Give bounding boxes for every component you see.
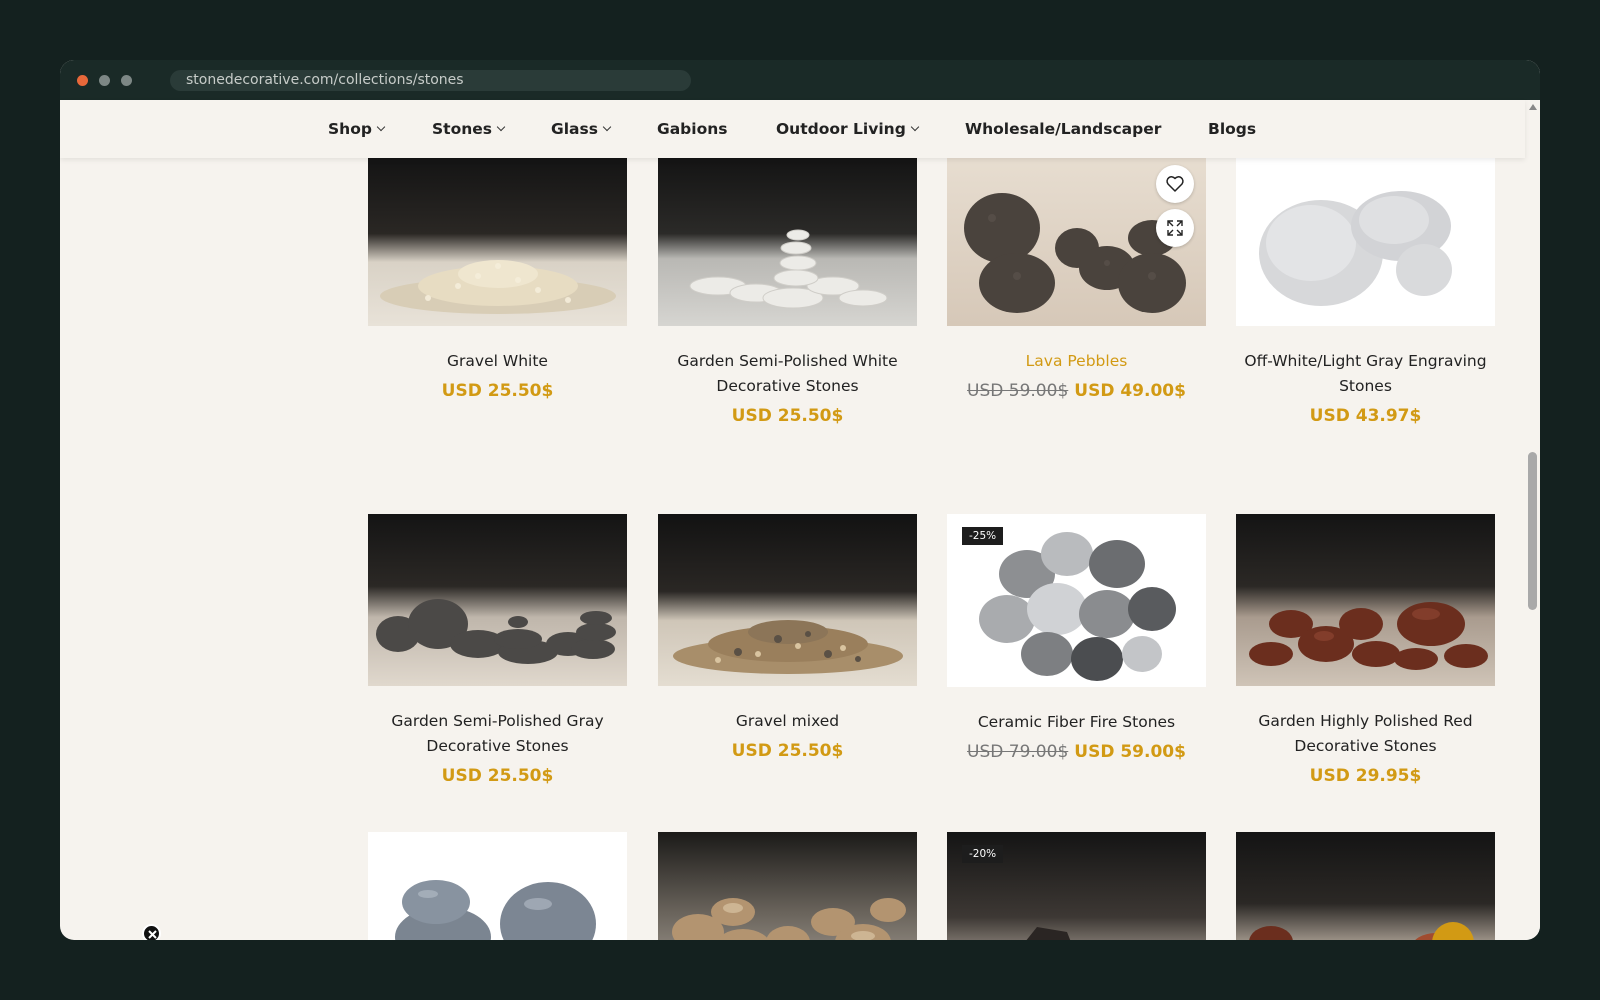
product-price-row: USD 59.00$ USD 49.00$	[947, 381, 1206, 401]
product-price: USD 59.00$	[1074, 742, 1186, 762]
nav-outdoor-living[interactable]: Outdoor Living	[776, 100, 920, 158]
product-grid: Gravel White USD 25.50$ Garden Semi-Poli…	[60, 158, 1525, 940]
product-card[interactable]: Garden Semi-Polished Gray Decorative Sto…	[368, 514, 627, 786]
chevron-down-icon	[376, 122, 386, 132]
product-image-red-pebbles[interactable]	[1236, 514, 1495, 686]
product-price: USD 29.95$	[1309, 766, 1422, 786]
browser-window: stonedecorative.com/collections/stones S…	[60, 60, 1540, 940]
product-name[interactable]: Gravel White	[368, 349, 627, 374]
product-price: USD 25.50$	[441, 381, 554, 401]
nav-glass[interactable]: Glass	[551, 100, 612, 158]
quick-view-button[interactable]	[1156, 209, 1194, 247]
close-window-dot[interactable]	[77, 75, 88, 86]
product-card[interactable]: Gravel White USD 25.50$	[368, 158, 627, 401]
product-image-fire-stones[interactable]: -25%	[947, 514, 1206, 687]
product-price: USD 25.50$	[731, 406, 844, 426]
product-image-mixed-gravel[interactable]	[658, 514, 917, 686]
product-old-price: USD 79.00$	[967, 742, 1069, 762]
maximize-window-dot[interactable]	[121, 75, 132, 86]
nav-stones[interactable]: Stones	[432, 100, 506, 158]
product-name[interactable]: Gravel mixed	[658, 709, 917, 734]
product-price: USD 49.00$	[1074, 381, 1186, 401]
product-price-row: USD 43.97$	[1236, 406, 1495, 426]
product-card[interactable]: -25% Ceramic Fiber Fire Stones USD 79.00…	[947, 514, 1206, 762]
product-image-gray-polished-stones[interactable]	[368, 832, 627, 940]
product-image-lava-rocks[interactable]: -20%	[947, 832, 1206, 940]
product-image-lava-pebbles[interactable]	[947, 158, 1206, 326]
product-price: USD 25.50$	[731, 741, 844, 761]
product-card[interactable]: Gravel mixed USD 25.50$	[658, 514, 917, 761]
product-price-row: USD 79.00$ USD 59.00$	[947, 742, 1206, 762]
product-card[interactable]	[658, 832, 917, 940]
product-card[interactable]	[368, 832, 627, 940]
expand-icon	[1167, 220, 1183, 236]
product-name[interactable]: Lava Pebbles	[947, 349, 1206, 374]
discount-badge: -25%	[962, 527, 1004, 545]
product-price: USD 43.97$	[1309, 406, 1422, 426]
nav-wholesale-landscaper[interactable]: Wholesale/Landscaper	[965, 100, 1161, 158]
product-card[interactable]: Off-White/Light Gray Engraving Stones US…	[1236, 158, 1495, 426]
product-name[interactable]: Garden Semi-Polished White Decorative St…	[658, 349, 917, 399]
heart-icon	[1166, 176, 1184, 192]
product-name[interactable]: Garden Highly Polished Red Decorative St…	[1236, 709, 1495, 759]
product-name[interactable]: Ceramic Fiber Fire Stones	[947, 710, 1206, 735]
nav-gabions[interactable]: Gabions	[657, 100, 728, 158]
product-image-beige-pebbles[interactable]	[658, 832, 917, 940]
product-price-row: USD 29.95$	[1236, 766, 1495, 786]
product-price-row: USD 25.50$	[658, 741, 917, 761]
product-price-row: USD 25.50$	[368, 766, 627, 786]
wishlist-button[interactable]	[1156, 165, 1194, 203]
product-image-light-gray-stones[interactable]	[1236, 158, 1495, 326]
product-name[interactable]: Off-White/Light Gray Engraving Stones	[1236, 349, 1495, 399]
product-price: USD 25.50$	[441, 766, 554, 786]
browser-titlebar: stonedecorative.com/collections/stones	[60, 60, 1540, 100]
product-image-white-pebbles[interactable]	[658, 158, 917, 326]
product-card[interactable]: Garden Semi-Polished White Decorative St…	[658, 158, 917, 426]
product-old-price: USD 59.00$	[967, 381, 1069, 401]
nav-shop[interactable]: Shop	[328, 100, 386, 158]
product-card[interactable]: -20%	[947, 832, 1206, 940]
address-bar[interactable]: stonedecorative.com/collections/stones	[170, 70, 691, 91]
close-icon	[148, 930, 157, 939]
product-price-row: USD 25.50$	[368, 381, 627, 401]
product-card[interactable]: Lava Pebbles USD 59.00$ USD 49.00$	[947, 158, 1206, 401]
main-nav: Shop Stones Glass Gabions Outdoor Living…	[60, 100, 1525, 158]
nav-blogs[interactable]: Blogs	[1208, 100, 1256, 158]
product-card[interactable]: Garden Highly Polished Red Decorative St…	[1236, 514, 1495, 786]
chevron-down-icon	[910, 122, 920, 132]
scrollbar-thumb[interactable]	[1528, 452, 1537, 610]
discount-badge: -20%	[962, 845, 1004, 863]
product-image-white-gravel[interactable]	[368, 158, 627, 326]
chevron-down-icon	[602, 122, 612, 132]
product-name[interactable]: Garden Semi-Polished Gray Decorative Sto…	[368, 709, 627, 759]
product-image-gray-pebbles[interactable]	[368, 514, 627, 686]
minimize-window-dot[interactable]	[99, 75, 110, 86]
chevron-down-icon	[496, 122, 506, 132]
scroll-up-arrow-icon[interactable]	[1529, 104, 1537, 110]
close-popup-button[interactable]	[142, 924, 161, 940]
product-price-row: USD 25.50$	[658, 406, 917, 426]
scrollbar[interactable]	[1525, 100, 1540, 940]
